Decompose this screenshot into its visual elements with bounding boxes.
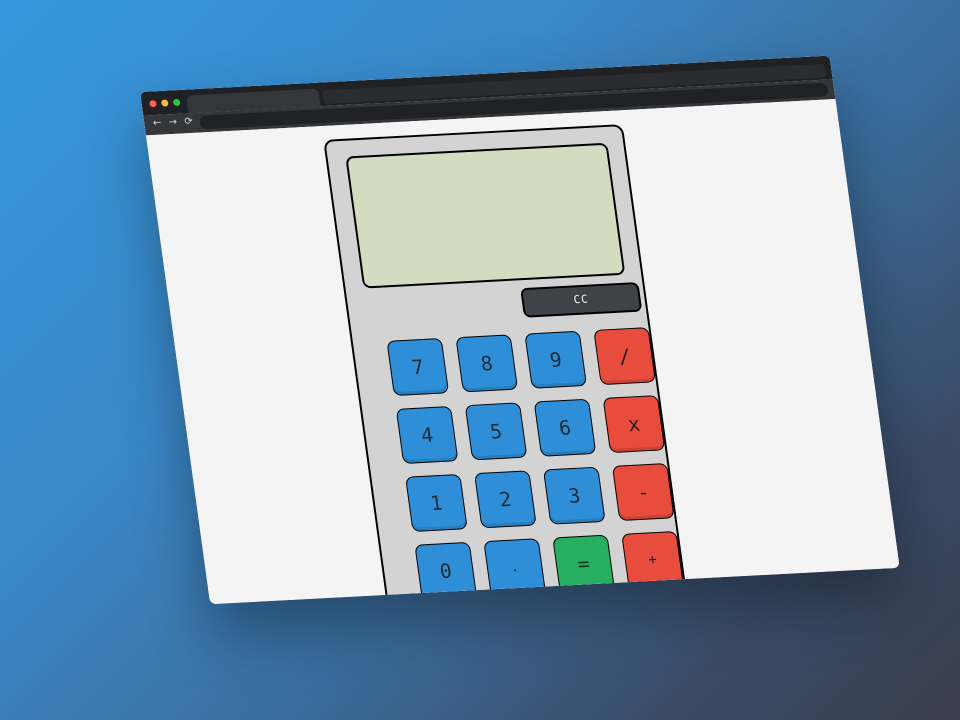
digit-8-key[interactable]: 8 [455,334,519,393]
digit-6-key[interactable]: 6 [533,398,597,457]
multiply-key[interactable]: x [602,395,666,454]
subtract-key[interactable]: - [611,463,675,522]
equals-key[interactable]: = [552,534,615,593]
window-controls [149,98,181,108]
add-key[interactable]: + [621,530,684,590]
maximize-window-button[interactable] [172,98,181,107]
digit-4-key[interactable]: 4 [395,405,459,465]
keypad: 7 8 9/ 4 5 6 x 1 2 3- 0. = + [386,326,697,600]
reload-icon[interactable]: ⟳ [181,115,197,130]
digit-9-key[interactable]: 9 [524,330,588,389]
digit-1-key[interactable]: 1 [405,473,468,533]
decimal-key[interactable]: . [483,538,547,597]
forward-arrow-icon[interactable]: → [165,116,181,131]
digit-0-key[interactable]: 0 [414,541,478,600]
digit-2-key[interactable]: 2 [474,470,537,529]
digit-3-key[interactable]: 3 [542,466,606,525]
calculator: CC 7 8 9/ 4 5 6 x 1 2 3- 0. = + [323,124,694,605]
divide-key[interactable]: / [593,327,656,386]
calculator-display [345,142,626,289]
desktop-background: ← → ⟳ CC 7 8 9/ 4 5 6 x 1 2 3- 0. = + [0,0,960,720]
close-window-button[interactable] [149,100,157,108]
page-viewport: CC 7 8 9/ 4 5 6 x 1 2 3- 0. = + [145,98,900,605]
digit-7-key[interactable]: 7 [386,338,450,397]
clear-button[interactable]: CC [520,281,643,318]
minimize-window-button[interactable] [160,99,169,107]
digit-5-key[interactable]: 5 [464,402,528,461]
back-arrow-icon[interactable]: ← [149,117,165,132]
browser-window: ← → ⟳ CC 7 8 9/ 4 5 6 x 1 2 3- 0. = + [140,55,900,605]
